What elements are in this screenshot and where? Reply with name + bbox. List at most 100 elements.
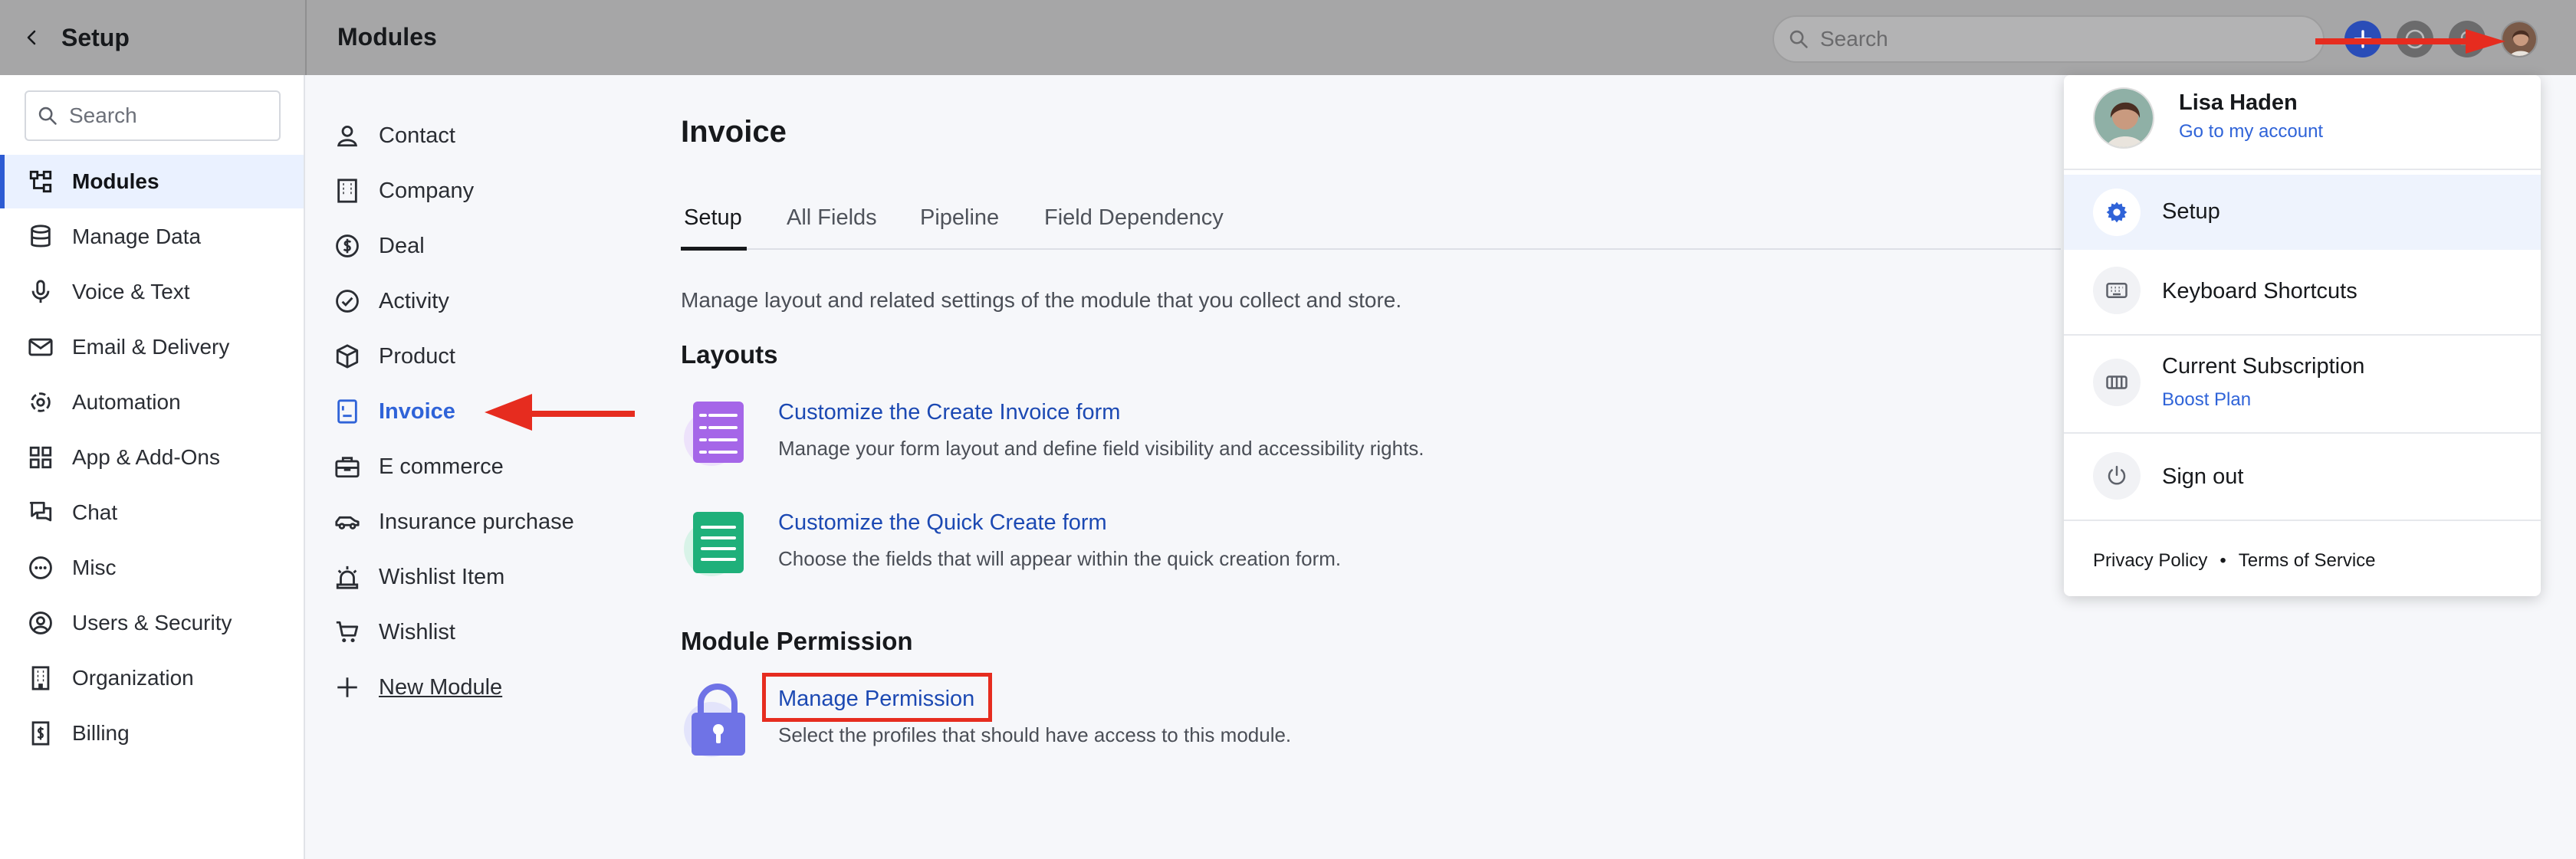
sidebar-item-chat[interactable]: Chat [0,486,304,539]
search-icon [38,107,57,125]
user-menu-dropdown: Lisa Haden Go to my account Setup Keyboa… [2064,75,2541,596]
sidebar-item-organization[interactable]: Organization [0,651,304,705]
check-circle-icon [336,290,359,313]
sidebar-item-app-addons[interactable]: App & Add-Ons [0,431,304,484]
sidebar-item-label: Automation [72,390,181,414]
plan-link[interactable]: Boost Plan [2162,389,2251,411]
module-item-insurance-purchase[interactable]: Insurance purchase [334,499,574,545]
cart-icon [336,621,359,643]
user-profile-header: Lisa Haden Go to my account [2064,75,2541,167]
sidebar-item-label: Misc [72,556,117,579]
car-icon [335,516,360,529]
power-icon [2108,465,2126,485]
module-tabs: Setup All Fields Pipeline Field Dependen… [681,199,2061,251]
microphone-icon [31,280,50,303]
person-icon [337,125,357,147]
go-to-account-link[interactable]: Go to my account [2179,121,2323,143]
module-item-label: Wishlist Item [379,564,505,589]
module-item-e-commerce[interactable]: E commerce [334,444,504,490]
search-placeholder: Search [1820,27,1888,51]
gear-icon [2106,202,2128,223]
page-title: Modules [337,23,437,51]
apps-grid-icon [29,446,52,469]
annotation-arrow [485,394,635,431]
setup-header: Setup [0,0,305,75]
new-module-link[interactable]: New Module [334,664,502,710]
tab-field-dependency[interactable]: Field Dependency [1044,205,1224,231]
avatar [2093,87,2154,149]
form-layout-icon [684,402,744,466]
module-item-label: Wishlist [379,619,455,644]
user-name: Lisa Haden [2179,90,2298,115]
sidebar-item-modules[interactable]: Modules [0,155,304,208]
sidebar-item-users-security[interactable]: Users & Security [0,596,304,650]
module-item-label: Contact [379,123,455,148]
invoice-icon [337,399,357,424]
module-item-wishlist-item[interactable]: Wishlist Item [334,554,504,600]
menu-item-sign-out[interactable]: Sign out [2064,434,2541,518]
new-module-label: New Module [379,674,503,700]
keyboard-icon [2106,283,2128,298]
tab-setup[interactable]: Setup [684,205,742,231]
sidebar-item-manage-data[interactable]: Manage Data [0,210,304,264]
menu-item-setup[interactable]: Setup [2064,175,2541,250]
customize-quick-form-link[interactable]: Customize the Quick Create form [778,510,1107,536]
annotation-highlight-box [762,673,992,722]
back-arrow-icon[interactable] [23,28,41,47]
module-item-company[interactable]: Company [334,168,474,214]
module-item-contact[interactable]: Contact [334,113,455,159]
sidebar-item-automation[interactable]: Automation [0,375,304,429]
user-circle-icon [29,611,52,634]
active-tab-indicator [681,247,747,251]
global-search-input[interactable]: Search [1773,15,2325,63]
quick-form-icon [684,512,744,576]
module-description: Manage layout and related settings of th… [681,288,1402,312]
siren-icon [336,566,359,589]
setup-title: Setup [61,23,130,51]
company-icon [337,179,357,203]
module-item-invoice[interactable]: Invoice [334,389,455,434]
briefcase-icon [335,457,360,478]
top-bar: Setup Modules Search [0,0,2576,75]
menu-item-current-subscription[interactable]: Current Subscription Boost Plan [2064,336,2541,431]
sidebar-item-billing[interactable]: Billing [0,707,304,760]
customize-create-form-link[interactable]: Customize the Create Invoice form [778,400,1120,425]
modules-icon [29,170,52,193]
more-icon [29,556,52,579]
menu-divider [2064,520,2541,521]
settings-sidebar: Search Modules Manage Data Voice & Text … [0,75,305,859]
subscription-icon [2106,375,2128,389]
module-item-activity[interactable]: Activity [334,278,449,324]
module-item-label: Product [379,343,455,369]
menu-item-keyboard-shortcuts[interactable]: Keyboard Shortcuts [2064,253,2541,330]
plus-icon [337,677,357,697]
tab-all-fields[interactable]: All Fields [787,205,877,231]
menu-icon-wrap [2093,189,2141,236]
module-permission-heading: Module Permission [681,627,913,655]
building-icon [31,666,50,690]
billing-icon [31,721,50,746]
tab-pipeline[interactable]: Pipeline [920,205,999,231]
search-icon [1789,30,1808,48]
menu-icon-wrap [2093,359,2141,406]
sidebar-item-label: Users & Security [72,611,232,634]
sidebar-item-label: Email & Delivery [72,335,230,359]
sidebar-item-label: Billing [72,721,130,745]
menu-item-label: Setup [2162,199,2220,224]
avatar [2502,22,2536,56]
module-item-wishlist[interactable]: Wishlist [334,609,455,655]
box-icon [336,344,359,369]
privacy-policy-link[interactable]: Privacy Policy [2093,550,2207,571]
sidebar-search-input[interactable]: Search [25,90,281,141]
user-photo [2095,89,2153,147]
module-item-label: Insurance purchase [379,509,574,534]
sidebar-item-voice-text[interactable]: Voice & Text [0,265,304,319]
module-item-deal[interactable]: Deal [334,223,425,269]
footer-separator: • [2220,550,2226,571]
sidebar-item-misc[interactable]: Misc [0,541,304,595]
terms-of-service-link[interactable]: Terms of Service [2239,550,2376,571]
mail-icon [28,338,53,356]
module-item-product[interactable]: Product [334,333,455,379]
sidebar-item-email-delivery[interactable]: Email & Delivery [0,320,304,374]
module-title: Invoice [681,115,787,149]
